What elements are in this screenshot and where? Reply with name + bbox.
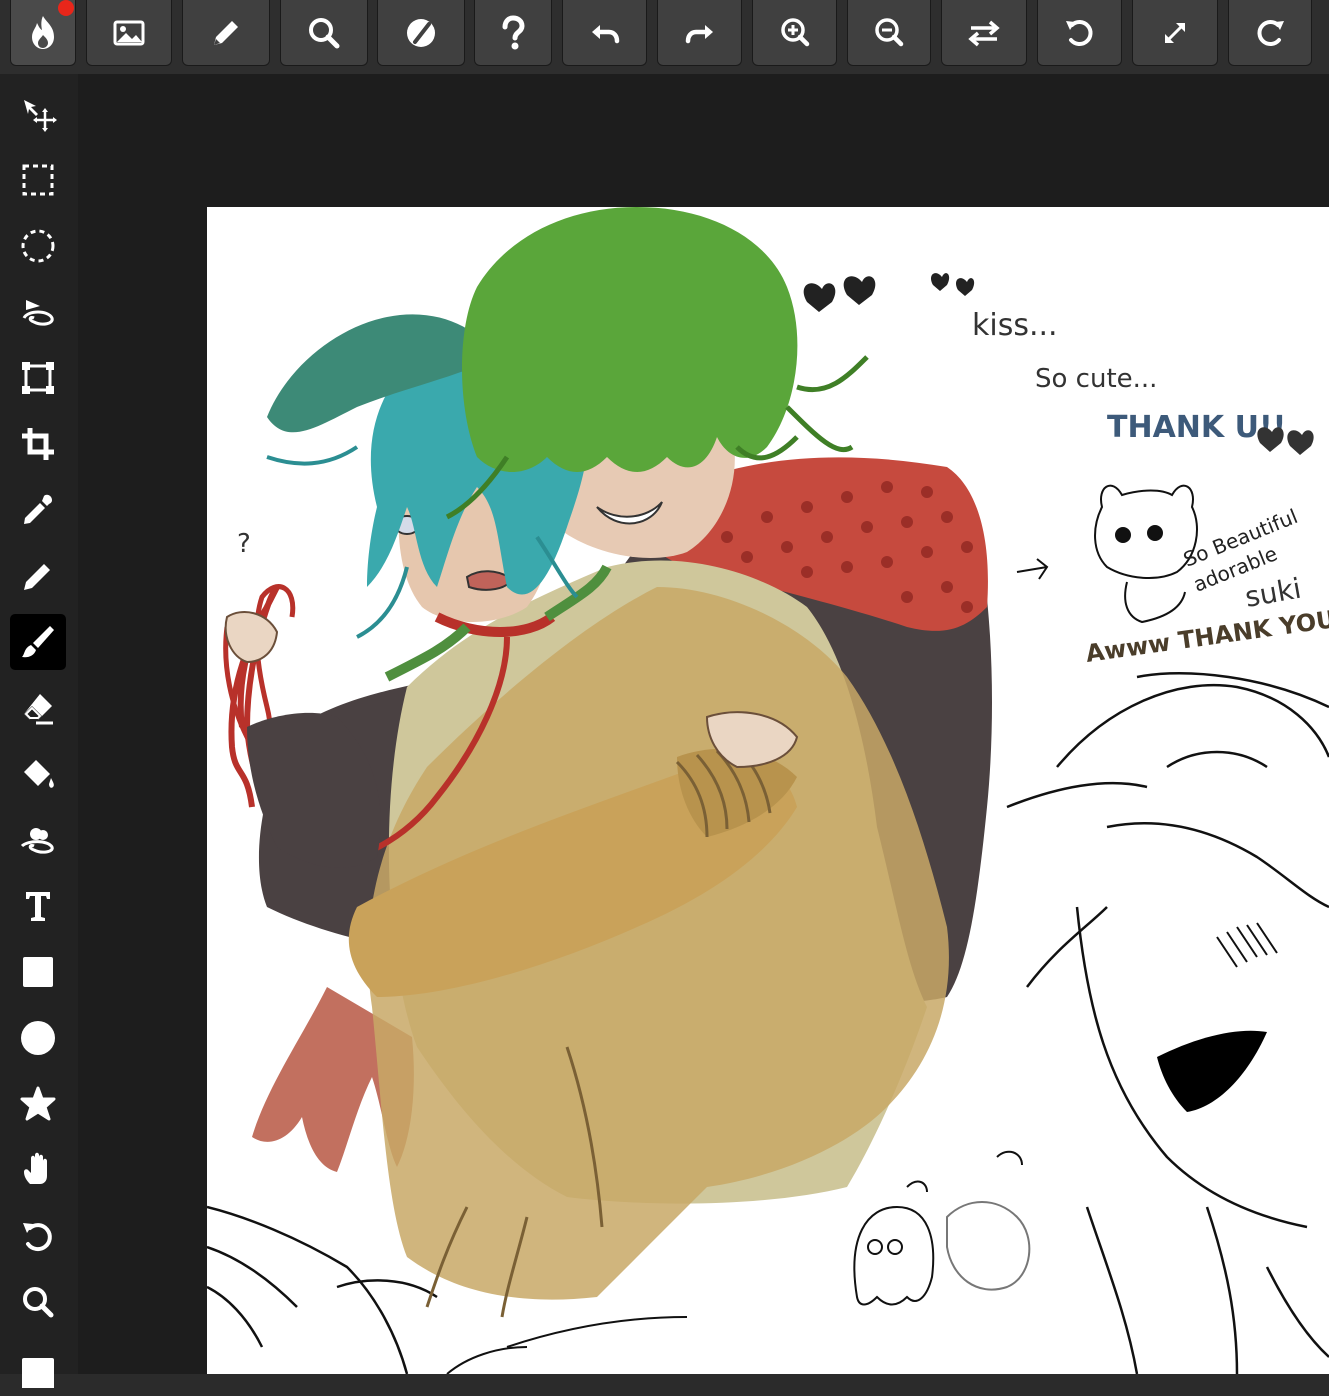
rect-select-tool[interactable]: [10, 152, 66, 208]
hand-tool[interactable]: [10, 1142, 66, 1198]
tool-sidebar: [0, 74, 78, 1388]
green-hair: [462, 207, 798, 472]
arrow-to-cat: [1016, 558, 1049, 580]
note-so-cute: So cute...: [1035, 364, 1157, 394]
ghost-doodles: [853, 1150, 1031, 1306]
star-icon: [20, 1086, 56, 1121]
redo-icon: [685, 24, 713, 43]
question-icon: [502, 14, 525, 49]
shape-tool[interactable]: [10, 1076, 66, 1132]
expand-icon: [1165, 22, 1185, 43]
flame-logo-icon: [32, 15, 54, 49]
crop-tool[interactable]: [10, 416, 66, 472]
rectangle-tool[interactable]: [10, 944, 66, 1000]
note-aww-thank-you: Awww THANK YOU!: [1084, 604, 1329, 668]
fill-tool[interactable]: [10, 746, 66, 802]
crop-icon: [22, 428, 54, 460]
theme-button[interactable]: [377, 0, 465, 66]
eraser-tool[interactable]: [10, 680, 66, 736]
color-swatch[interactable]: [10, 1340, 66, 1396]
rotate-right-icon: [1257, 19, 1284, 46]
lineart-mouth: [1157, 1030, 1267, 1112]
lineart-bottom: [446, 1316, 688, 1374]
brush-tool[interactable]: [10, 614, 66, 670]
text-icon: [26, 892, 50, 921]
text-tool[interactable]: [10, 878, 66, 934]
swap-arrows-icon: [968, 20, 1000, 46]
zoom-in-button[interactable]: [752, 0, 837, 66]
edit-button[interactable]: [182, 0, 270, 66]
smudge-tool[interactable]: [10, 812, 66, 868]
artwork: kiss... So cute... THANK U!! So Beautifu…: [207, 207, 1329, 1374]
rotate-left-icon: [1065, 19, 1092, 46]
paint-bucket-icon: [24, 760, 54, 788]
ellipse-tool[interactable]: [10, 1010, 66, 1066]
fullscreen-button[interactable]: [1132, 0, 1218, 66]
lasso-icon: [22, 300, 54, 326]
search-button[interactable]: [280, 0, 368, 66]
eyedropper-icon: [24, 494, 52, 524]
transform-tool[interactable]: [10, 350, 66, 406]
search-icon: [309, 17, 340, 48]
pencil-icon: [214, 20, 238, 45]
undo-button[interactable]: [562, 0, 647, 66]
redo-button[interactable]: [657, 0, 742, 66]
top-toolbar: [0, 0, 1329, 74]
notification-dot: [58, 0, 74, 16]
zoom-icon: [23, 1287, 54, 1318]
hand-icon: [24, 1152, 47, 1184]
swatch-icon: [22, 1358, 54, 1388]
ellipse-select-icon: [21, 229, 55, 263]
image-icon: [113, 20, 145, 45]
lasso-tool[interactable]: [10, 284, 66, 340]
eyedropper-tool[interactable]: [10, 482, 66, 538]
lineart-hatching: [1216, 922, 1278, 968]
swap-button[interactable]: [941, 0, 1027, 66]
open-image-button[interactable]: [86, 0, 172, 66]
rotate-left-button[interactable]: [1037, 0, 1122, 66]
left-hand: [224, 611, 279, 664]
rotate-view-tool[interactable]: [10, 1208, 66, 1264]
brush-icon: [22, 626, 54, 658]
eraser-icon: [24, 694, 53, 725]
move-icon: [24, 100, 57, 132]
rect-select-icon: [22, 164, 54, 196]
smudge-icon: [20, 828, 54, 854]
contrast-icon: [407, 18, 435, 47]
circle-icon: [21, 1021, 55, 1055]
zoom-out-button[interactable]: [847, 0, 931, 66]
hearts-top: [803, 273, 975, 312]
rotate-icon: [23, 1223, 52, 1252]
zoom-in-icon: [780, 17, 809, 46]
note-suki: suki: [1242, 572, 1303, 614]
move-tool[interactable]: [10, 86, 66, 142]
undo-icon: [591, 24, 619, 43]
pencil-tool[interactable]: [10, 548, 66, 604]
ellipse-select-tool[interactable]: [10, 218, 66, 274]
square-icon: [23, 957, 53, 987]
drawing-canvas[interactable]: kiss... So cute... THANK U!! So Beautifu…: [207, 207, 1329, 1374]
zoom-out-icon: [875, 17, 904, 46]
transform-icon: [22, 362, 54, 394]
zoom-tool[interactable]: [10, 1274, 66, 1330]
help-button[interactable]: [474, 0, 552, 66]
note-kiss: kiss...: [972, 308, 1058, 343]
question-mark-doodle: ?: [237, 529, 251, 559]
pencil-icon: [24, 564, 50, 590]
rotate-right-button[interactable]: [1228, 0, 1312, 66]
lineart-character: [1006, 672, 1329, 1374]
